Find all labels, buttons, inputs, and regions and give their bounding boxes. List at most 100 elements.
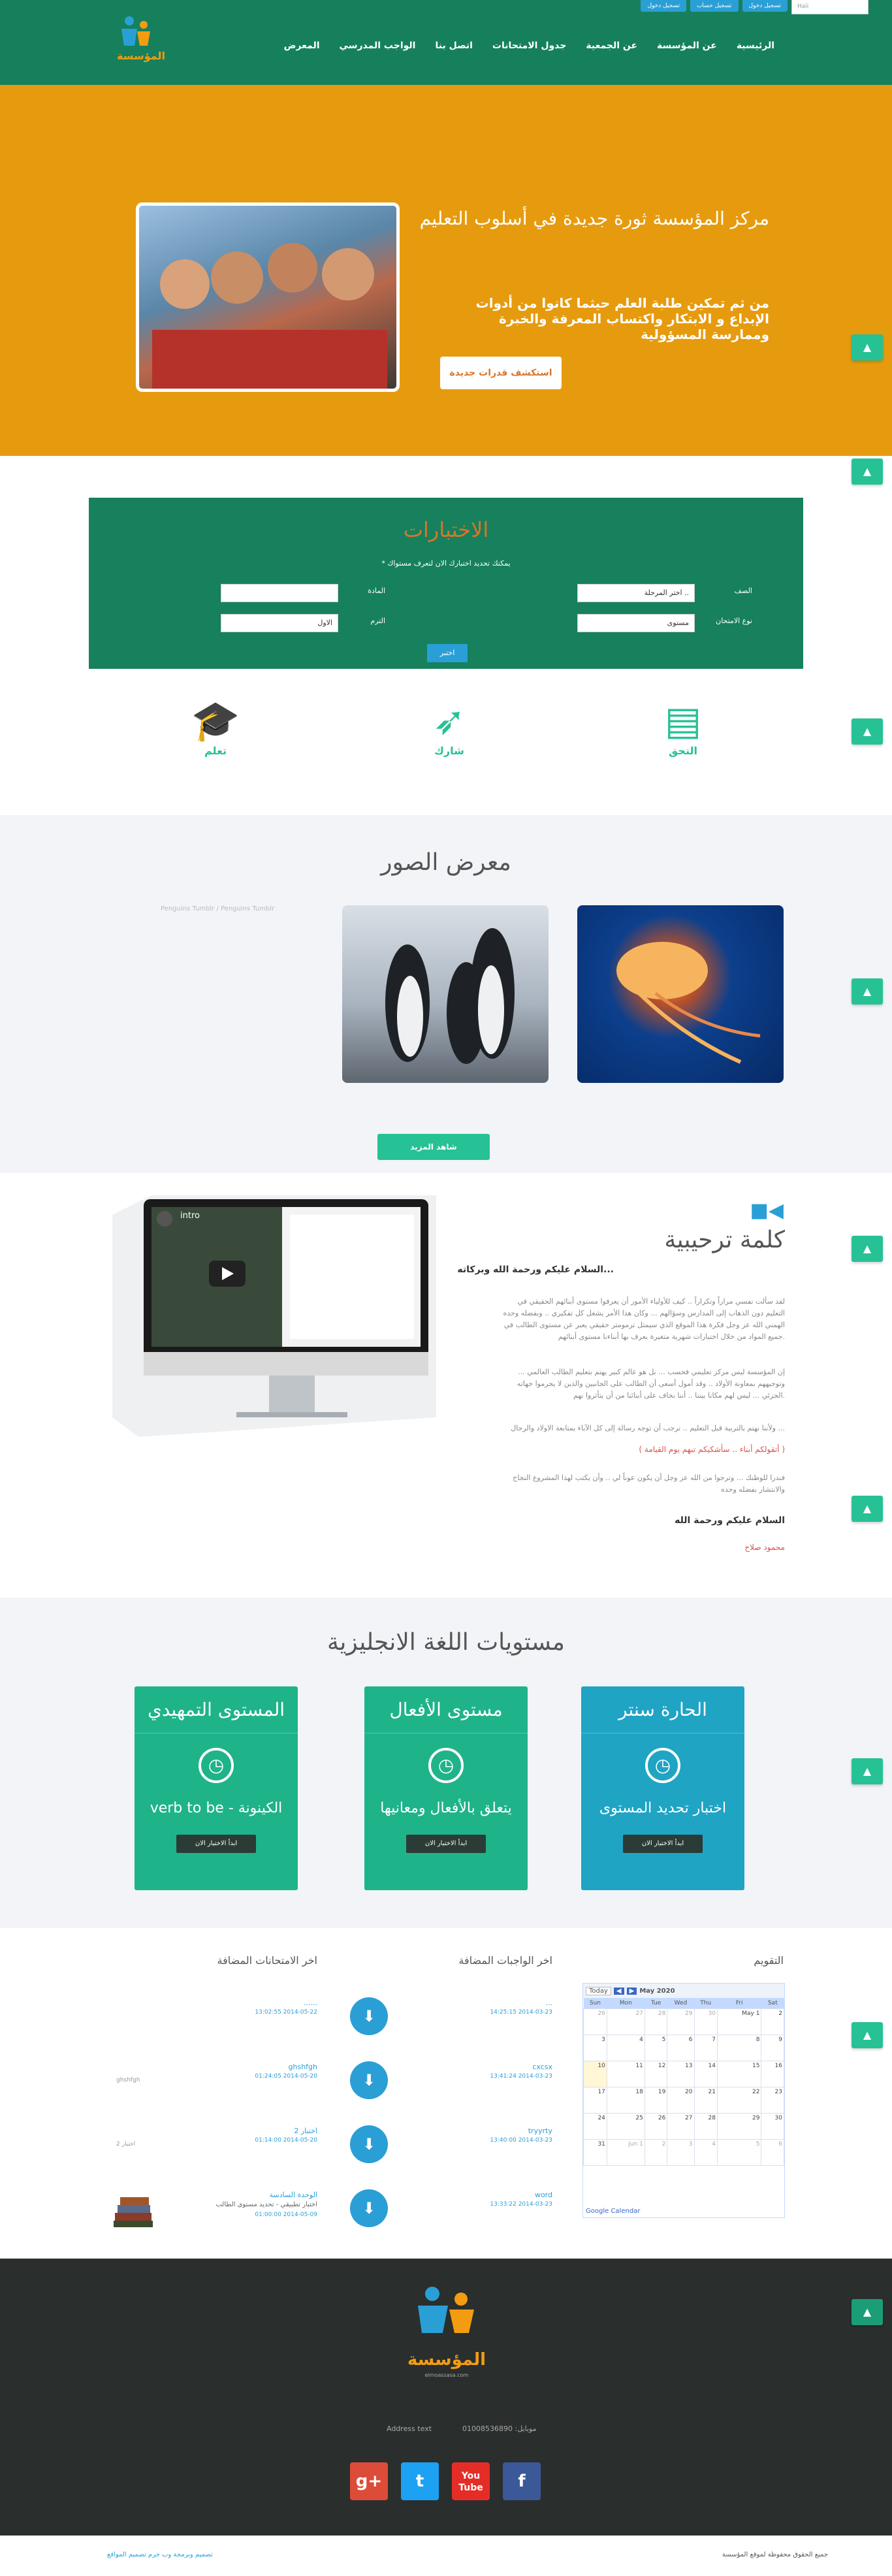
calendar-cell[interactable]: 4 <box>693 2138 718 2166</box>
calendar-cell-today[interactable]: 10 <box>583 2060 607 2087</box>
calendar-cell[interactable]: 25 <box>606 2112 645 2140</box>
level-card-start-button[interactable]: ابدأ الاختبار الان <box>176 1835 256 1853</box>
calendar-cell[interactable]: 4 <box>606 2034 645 2061</box>
term-select[interactable]: الاول <box>221 614 338 632</box>
calendar-cell[interactable]: 28 <box>693 2112 718 2140</box>
calendar-next-icon[interactable]: ▶ <box>626 1987 637 1995</box>
nav-gallery[interactable]: المعرض <box>284 40 320 51</box>
calendar-today-button[interactable]: Today <box>586 1986 611 1995</box>
twitter-icon[interactable]: t <box>401 2462 439 2500</box>
homework-item[interactable]: ⬇ tryyrty 13:40:00 2014-03-23 <box>350 2125 552 2174</box>
scroll-up-tab-7[interactable]: ▲ <box>852 1758 883 1784</box>
calendar-cell[interactable]: 5 <box>716 2138 762 2166</box>
calendar-cell[interactable]: 29 <box>716 2112 762 2140</box>
scroll-up-tab-2[interactable]: ▲ <box>852 459 883 485</box>
top-search-input[interactable]: Haii <box>791 0 868 14</box>
scroll-up-tab-8[interactable]: ▲ <box>852 2022 883 2048</box>
calendar-cell[interactable]: Jun 1 <box>606 2138 645 2166</box>
calendar-cell[interactable]: 26 <box>644 2112 668 2140</box>
homework-item[interactable]: ⬇ word 13:33:22 2014-03-23 <box>350 2189 552 2238</box>
exam-item[interactable]: ...... 13:02:55 2014-05-22 <box>112 1997 317 2046</box>
calendar-cell[interactable]: 3 <box>667 2138 695 2166</box>
calendar-cell[interactable]: 18 <box>606 2086 645 2114</box>
calendar-cell[interactable]: 6 <box>667 2034 695 2061</box>
chevron-up-icon: ▲ <box>863 1765 872 1777</box>
calendar-cell[interactable]: 20 <box>667 2086 695 2114</box>
calendar-cell[interactable]: 29 <box>667 2008 695 2035</box>
calendar-cell[interactable]: 30 <box>761 2112 784 2140</box>
level-card-start-button[interactable]: ابدأ الاختبار الان <box>623 1835 703 1853</box>
calendar-cell[interactable]: 8 <box>716 2034 762 2061</box>
scroll-up-tab-4[interactable]: ▲ <box>852 978 883 1005</box>
calendar-cell[interactable]: 30 <box>693 2008 718 2035</box>
scroll-up-tab-1[interactable]: ▲ <box>852 334 883 361</box>
scroll-up-tab-9[interactable]: ▲ <box>852 2299 883 2325</box>
exam-item[interactable]: اختبار 2 اختبار 2 01:14:00 2014-05-20 <box>112 2125 317 2174</box>
calendar-cell[interactable]: 3 <box>583 2034 607 2061</box>
calendar-cell[interactable]: 26 <box>583 2008 607 2035</box>
feature-learn[interactable]: 🎓 تعلم <box>137 698 294 757</box>
feature-enroll[interactable]: ▤ التحق <box>605 698 761 757</box>
welcome-paragraph-3: ولأننا نهتم بالتربية قبل التعليم .. نرجب… <box>511 1424 785 1432</box>
exam-item[interactable]: ghshfgh ghshfgh 01:24:05 2014-05-20 <box>112 2061 317 2110</box>
calendar-cell[interactable]: 27 <box>606 2008 645 2035</box>
scroll-up-tab-3[interactable]: ▲ <box>852 718 883 745</box>
facebook-icon[interactable]: f <box>503 2462 541 2500</box>
calendar-cell[interactable]: 14 <box>693 2060 718 2087</box>
calendar-cell[interactable]: 19 <box>644 2086 668 2114</box>
calendar-cell[interactable]: 7 <box>693 2034 718 2061</box>
exam-type-select[interactable]: مستوى <box>577 614 695 632</box>
scroll-up-tab-6[interactable]: ▲ <box>852 1496 883 1522</box>
calendar-cell[interactable]: 12 <box>644 2060 668 2087</box>
calendar-cell[interactable]: 31 <box>583 2138 607 2166</box>
calendar-cell[interactable]: 2 <box>761 2008 784 2035</box>
exam-item[interactable]: الوحدة السادسة اختبار تطبيقي - تحديد مست… <box>112 2189 317 2238</box>
calendar-cell[interactable]: 17 <box>583 2086 607 2114</box>
download-icon: ⬇ <box>350 2061 388 2099</box>
gallery-image-penguins[interactable] <box>342 905 549 1083</box>
google-calendar-link[interactable]: Google Calendar <box>586 2208 640 2215</box>
calendar-cell[interactable]: 11 <box>606 2060 645 2087</box>
calendar-cell[interactable]: 27 <box>667 2112 695 2140</box>
nav-about-association[interactable]: عن الجمعية <box>586 40 637 51</box>
top-button-1[interactable]: تسجيل دخول <box>742 0 788 12</box>
calendar-cell[interactable]: 9 <box>761 2034 784 2061</box>
exam-submit-button[interactable]: اختبر <box>427 644 468 662</box>
homework-item[interactable]: ⬇ cxcsx 13:41:24 2014-03-23 <box>350 2061 552 2110</box>
nav-home[interactable]: الرئيسية <box>737 40 774 51</box>
scroll-up-tab-5[interactable]: ▲ <box>852 1236 883 1262</box>
gallery-more-button[interactable]: شاهد المزيد <box>377 1134 490 1160</box>
youtube-icon[interactable]: You Tube <box>452 2462 490 2500</box>
calendar-cell[interactable]: 16 <box>761 2060 784 2087</box>
top-button-2[interactable]: تسجيل حساب <box>690 0 739 12</box>
calendar-cell[interactable]: 15 <box>716 2060 762 2087</box>
grade-select[interactable]: اختر المرحلة .. <box>577 584 695 602</box>
calendar-cell[interactable]: 22 <box>716 2086 762 2114</box>
nav-homework[interactable]: الواجب المدرسي <box>340 40 416 51</box>
homework-item[interactable]: ⬇ ... 14:25:15 2014-03-23 <box>350 1997 552 2046</box>
nav-contact[interactable]: اتصل بنا <box>435 40 472 51</box>
hero-explore-button[interactable]: استكشف قدرات جديدة <box>440 357 562 389</box>
subject-select[interactable] <box>221 584 338 602</box>
calendar-cell[interactable]: May 1 <box>716 2008 762 2035</box>
google-plus-icon[interactable]: g+ <box>350 2462 388 2500</box>
calendar-cell[interactable]: 5 <box>644 2034 668 2061</box>
google-calendar-widget[interactable]: Today ◀ ▶ May 2020 Sun Mon Tue Wed Thu F… <box>582 1983 785 2218</box>
gallery-image-jellyfish[interactable] <box>577 905 784 1083</box>
designer-link[interactable]: تصميم وبرمجة وب حرم تصميم المواقع <box>107 2551 213 2558</box>
top-button-3[interactable]: تسجيل دخول <box>641 0 686 12</box>
feature-share[interactable]: ➶ شارك <box>371 698 528 757</box>
site-logo[interactable]: المؤسسة <box>115 14 165 65</box>
welcome-video-monitor[interactable]: intro <box>112 1195 436 1437</box>
calendar-cell[interactable]: 21 <box>693 2086 718 2114</box>
calendar-cell[interactable]: 2 <box>644 2138 668 2166</box>
calendar-cell[interactable]: 28 <box>644 2008 668 2035</box>
calendar-cell[interactable]: 24 <box>583 2112 607 2140</box>
calendar-prev-icon[interactable]: ◀ <box>613 1987 624 1995</box>
nav-about-institution[interactable]: عن المؤسسة <box>657 40 717 51</box>
calendar-cell[interactable]: 6 <box>761 2138 784 2166</box>
calendar-cell[interactable]: 13 <box>667 2060 695 2087</box>
nav-exam-schedule[interactable]: جدول الامتحانات <box>492 40 566 51</box>
level-card-start-button[interactable]: ابدأ الاختبار الان <box>406 1835 486 1853</box>
calendar-cell[interactable]: 23 <box>761 2086 784 2114</box>
